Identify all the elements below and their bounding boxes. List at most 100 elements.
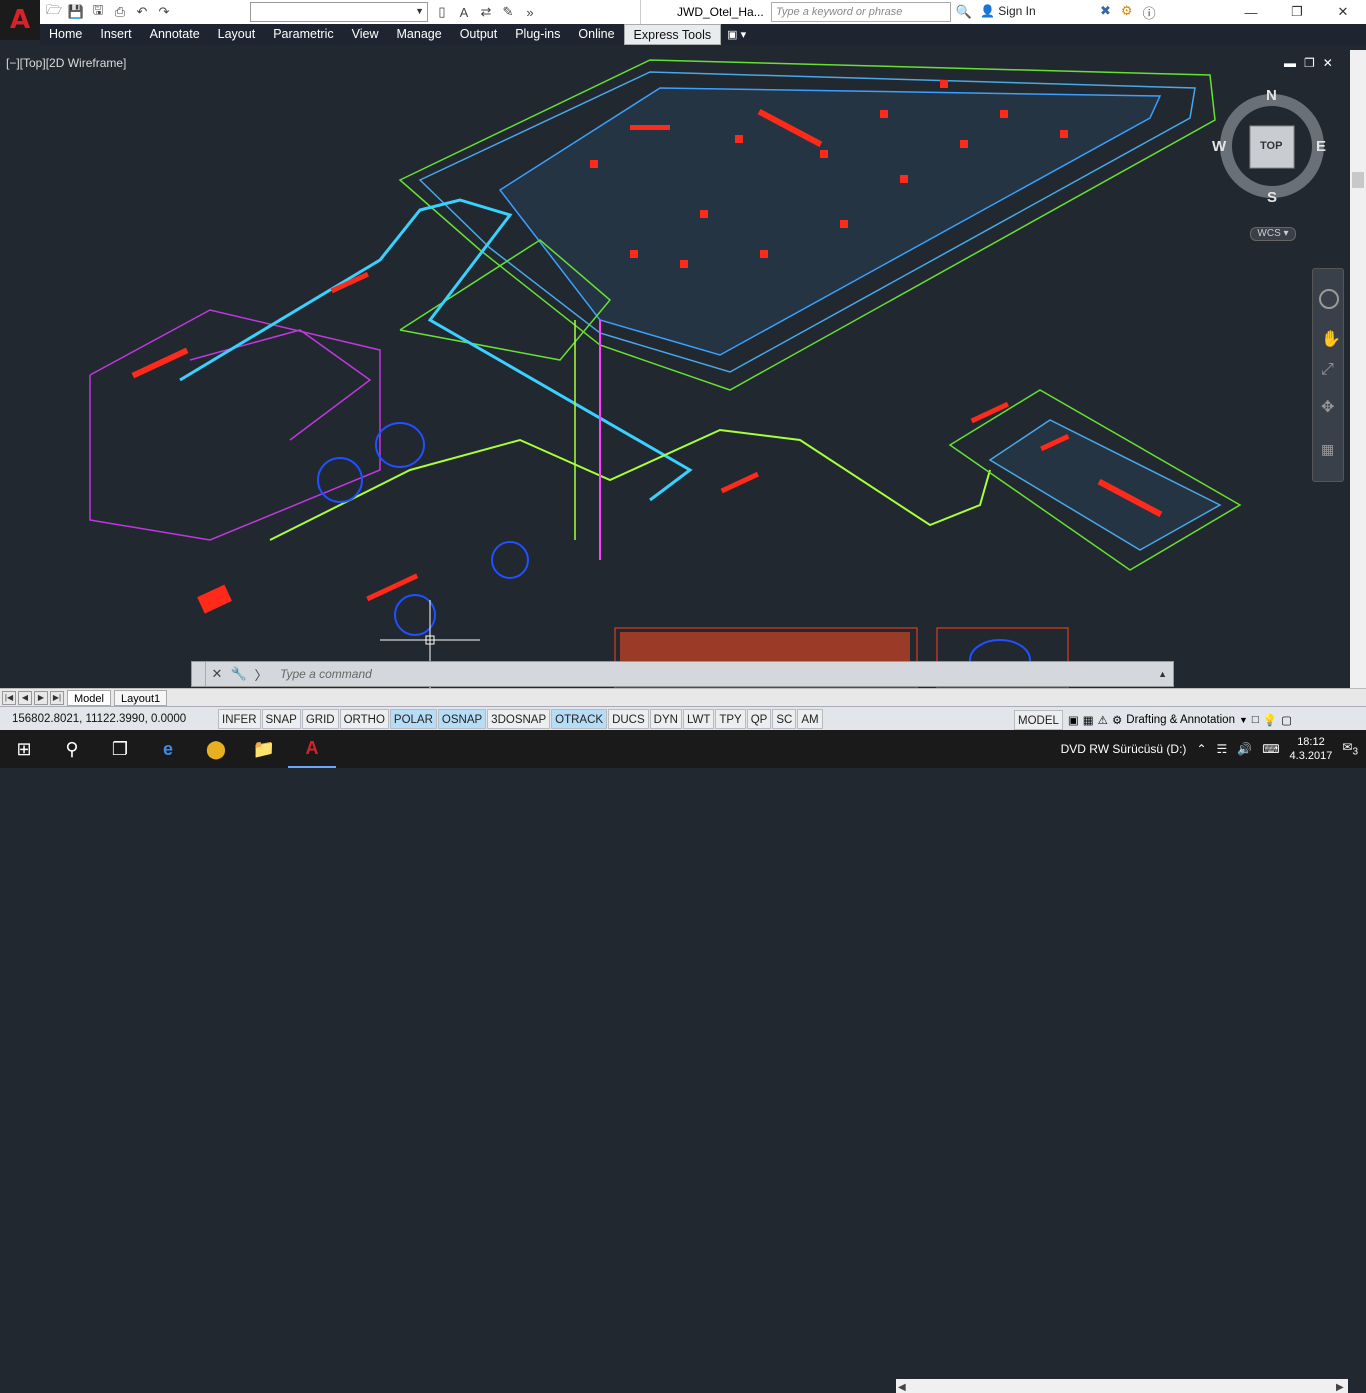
restore-icon[interactable]: ❐: [1274, 0, 1320, 24]
vertical-scrollbar[interactable]: [1350, 50, 1366, 688]
workspace-dropdown[interactable]: ▼: [250, 2, 428, 22]
search-input[interactable]: Type a keyword or phrase: [771, 2, 951, 22]
save-icon[interactable]: 💾: [66, 2, 86, 22]
help-icon[interactable]: ⓘ: [1143, 3, 1156, 22]
command-prompt-icon[interactable]: 〉: [250, 665, 272, 684]
toolbar-lock-icon[interactable]: □: [1252, 714, 1259, 726]
close-icon[interactable]: ✕: [1320, 0, 1366, 24]
coordinate-readout[interactable]: 156802.8021, 11122.3990, 0.0000: [0, 713, 218, 725]
toggle-sc[interactable]: SC: [772, 708, 797, 729]
drive-label[interactable]: DVD RW Sürücüsü (D:): [1061, 742, 1187, 756]
file-explorer-icon[interactable]: 📁: [240, 730, 288, 768]
redo-icon[interactable]: ↷: [154, 2, 174, 22]
undo-icon[interactable]: ↶: [132, 2, 152, 22]
viewport-close-icon[interactable]: ✕: [1323, 56, 1333, 70]
workspace-gear-icon[interactable]: ⚙: [1112, 713, 1122, 727]
chevron-down-icon[interactable]: ▼: [1239, 715, 1248, 725]
tab-home[interactable]: Home: [40, 24, 91, 45]
toggle-snap[interactable]: SNAP: [261, 708, 301, 729]
last-layout-icon[interactable]: ▶|: [50, 690, 64, 705]
keyboard-icon[interactable]: ⌨: [1262, 742, 1279, 756]
more-icon[interactable]: »: [520, 2, 540, 22]
tab-manage[interactable]: Manage: [388, 24, 451, 45]
tab-model[interactable]: Model: [67, 689, 111, 706]
command-grip[interactable]: [192, 662, 206, 686]
tab-plug-ins[interactable]: Plug-ins: [506, 24, 569, 45]
clean-screen-icon[interactable]: ▢: [1281, 713, 1292, 727]
viewcube-top-face[interactable]: TOP: [1260, 140, 1282, 152]
tab-view[interactable]: View: [343, 24, 388, 45]
plot-icon[interactable]: ⎙: [110, 2, 130, 22]
quick-view-layouts-icon[interactable]: ▣: [1068, 713, 1079, 727]
close-icon[interactable]: ✕: [206, 666, 228, 682]
search-icon[interactable]: ⚲: [48, 730, 96, 768]
orbit-icon[interactable]: ✥: [1321, 397, 1334, 417]
ribbon-minimize-icon[interactable]: ▣ ▾: [727, 28, 746, 41]
first-layout-icon[interactable]: |◀: [2, 690, 16, 705]
showmotion-icon[interactable]: ▦: [1321, 441, 1334, 458]
toggle-qp[interactable]: QP: [746, 708, 772, 729]
compass-east[interactable]: E: [1316, 138, 1326, 155]
prev-layout-icon[interactable]: ◀: [18, 690, 32, 705]
tab-layout[interactable]: Layout: [209, 24, 265, 45]
windows-start-icon[interactable]: ⊞: [0, 730, 48, 768]
sign-in-button[interactable]: 👤 Sign In: [980, 4, 1036, 18]
pan-icon[interactable]: ✋: [1321, 329, 1341, 349]
toggle-dyn[interactable]: DYN: [649, 708, 682, 729]
text-icon[interactable]: A: [454, 2, 474, 22]
chevron-up-icon[interactable]: ⌃: [1196, 742, 1206, 756]
autocad-taskbar-icon[interactable]: A: [288, 730, 336, 768]
tab-parametric[interactable]: Parametric: [264, 24, 342, 45]
purge-icon[interactable]: ✎: [498, 2, 518, 22]
network-icon[interactable]: ☴: [1217, 742, 1228, 756]
swap-icon[interactable]: ⇄: [476, 2, 496, 22]
notification-icon[interactable]: ✉3: [1342, 740, 1358, 757]
toggle-lwt[interactable]: LWT: [682, 708, 715, 729]
binoculars-icon[interactable]: 🔍: [955, 3, 973, 21]
toggle-osnap[interactable]: OSNAP: [437, 708, 487, 729]
tab-output[interactable]: Output: [451, 24, 507, 45]
steering-wheel-icon[interactable]: [1319, 289, 1339, 309]
toggle-ducs[interactable]: DUCS: [608, 708, 649, 729]
toggle-polar[interactable]: POLAR: [389, 708, 437, 729]
workspace-switch[interactable]: Drafting & Annotation: [1126, 714, 1235, 726]
zoom-icon[interactable]: ⤢: [1321, 361, 1334, 379]
toggle-tpy[interactable]: TPY: [715, 708, 746, 729]
tab-layout1[interactable]: Layout1: [113, 689, 168, 706]
viewport-minimize-icon[interactable]: ▬: [1284, 56, 1296, 70]
save-as-icon[interactable]: 🖫: [88, 2, 108, 22]
isolate-objects-icon[interactable]: 💡: [1263, 713, 1277, 727]
minimize-icon[interactable]: —: [1228, 0, 1274, 24]
tab-insert[interactable]: Insert: [91, 24, 140, 45]
tab-online[interactable]: Online: [569, 24, 623, 45]
viewport-controls-label[interactable]: [−][Top][2D Wireframe]: [6, 56, 126, 70]
model-space-button[interactable]: MODEL: [1014, 710, 1063, 730]
document-tab[interactable]: JWD_Otel_Ha...: [640, 0, 770, 24]
chevron-up-icon[interactable]: ▲: [1158, 669, 1167, 679]
toggle-am[interactable]: AM: [797, 708, 823, 729]
application-menu-button[interactable]: A: [0, 0, 40, 40]
toggle-3dosnap[interactable]: 3DOSNAP: [487, 708, 551, 729]
app-store-icon[interactable]: ⚙: [1121, 3, 1133, 22]
viewport-restore-icon[interactable]: ❐: [1304, 56, 1315, 70]
command-input[interactable]: Type a command: [280, 667, 372, 681]
ucs-menu[interactable]: WCS ▾: [1250, 227, 1296, 241]
toggle-grid[interactable]: GRID: [301, 708, 339, 729]
toggle-otrack[interactable]: OTRACK: [551, 708, 608, 729]
wrench-icon[interactable]: 🔧: [228, 666, 250, 682]
compass-west[interactable]: W: [1212, 138, 1226, 155]
edge-browser-icon[interactable]: e: [144, 730, 192, 768]
exchange-icon[interactable]: ✖: [1100, 3, 1111, 22]
drawing-viewport[interactable]: [0, 50, 1350, 688]
toggle-infer[interactable]: INFER: [218, 708, 261, 729]
quick-view-drawings-icon[interactable]: ▦: [1083, 713, 1094, 727]
annotation-scale-icon[interactable]: ⚠: [1098, 713, 1108, 727]
viewcube[interactable]: N S E W TOP: [1212, 87, 1328, 206]
compass-north[interactable]: N: [1266, 87, 1277, 104]
clock[interactable]: 18:12 4.3.2017: [1290, 735, 1333, 763]
next-layout-icon[interactable]: ▶: [34, 690, 48, 705]
shape-icon[interactable]: ▯: [432, 2, 452, 22]
task-view-icon[interactable]: ❐: [96, 730, 144, 768]
scroll-thumb[interactable]: [1352, 172, 1364, 188]
open-folder-icon[interactable]: 🗁: [44, 2, 64, 22]
